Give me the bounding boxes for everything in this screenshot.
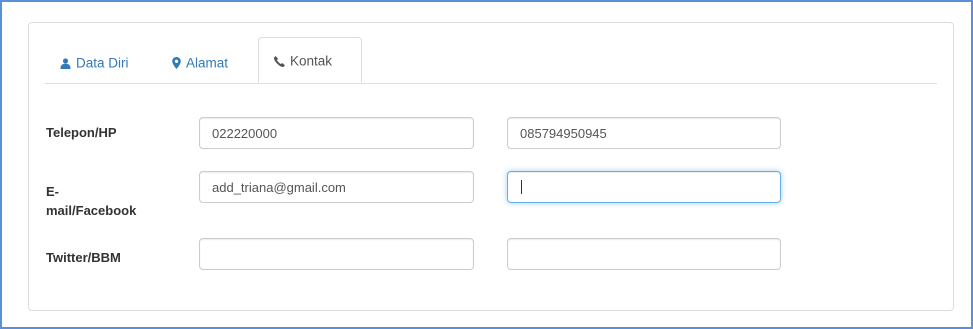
tab-kontak-label: Kontak <box>290 53 333 69</box>
email-facebook-label: E- mail/Facebook <box>46 182 136 220</box>
twitter-input[interactable] <box>199 238 474 270</box>
text-caret <box>521 180 522 194</box>
email-facebook-label-line2: mail/Facebook <box>46 203 137 218</box>
tab-data-diri[interactable]: Data Diri <box>45 45 144 81</box>
twitter-bbm-label: Twitter/BBM <box>46 250 121 265</box>
map-marker-icon <box>172 57 181 70</box>
telepon-input[interactable] <box>199 117 474 149</box>
email-input[interactable] <box>199 171 474 203</box>
bbm-input[interactable] <box>507 238 781 270</box>
email-facebook-label-line1: E- <box>46 184 59 199</box>
window-frame: Data Diri Alamat Kontak Telepon/HP E- ma… <box>0 0 973 329</box>
user-icon <box>60 58 71 69</box>
tab-alamat[interactable]: Alamat <box>157 45 243 81</box>
tab-bar: Data Diri Alamat Kontak <box>45 37 937 84</box>
facebook-input[interactable] <box>507 171 781 203</box>
contact-panel: Data Diri Alamat Kontak Telepon/HP E- ma… <box>28 22 954 311</box>
tab-kontak[interactable]: Kontak <box>258 37 362 83</box>
hp-input[interactable] <box>507 117 781 149</box>
tab-alamat-label: Alamat <box>186 55 229 71</box>
phone-icon <box>274 56 285 67</box>
telepon-hp-label: Telepon/HP <box>46 125 117 140</box>
tab-data-diri-label: Data Diri <box>76 55 129 71</box>
